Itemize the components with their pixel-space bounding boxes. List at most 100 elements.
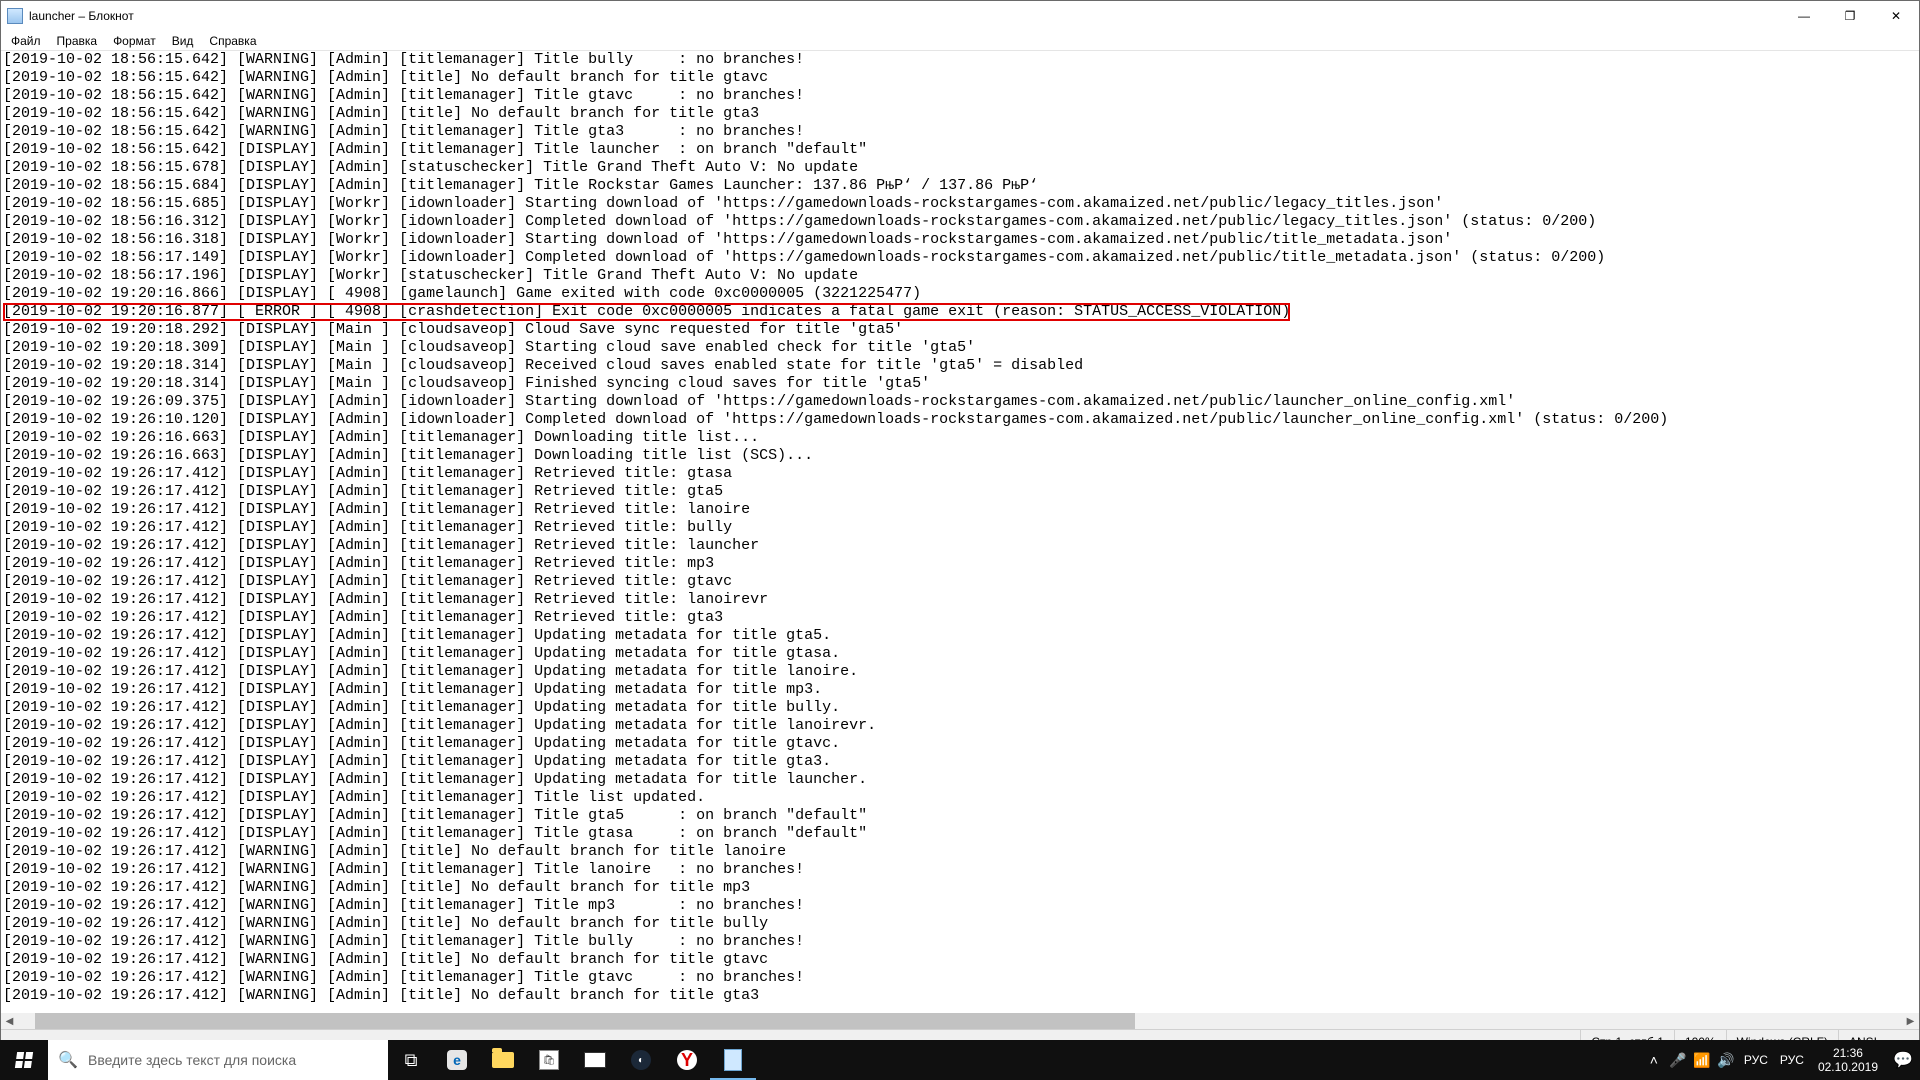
log-line[interactable]: [2019-10-02 19:26:17.412] [DISPLAY] [Adm… xyxy=(3,573,1917,591)
taskbar-app-mail[interactable] xyxy=(572,1040,618,1080)
log-line[interactable]: [2019-10-02 19:20:18.314] [DISPLAY] [Mai… xyxy=(3,357,1917,375)
task-view-button[interactable]: ⧉ xyxy=(388,1040,434,1080)
log-line[interactable]: [2019-10-02 18:56:15.642] [WARNING] [Adm… xyxy=(3,123,1917,141)
taskbar-app-notepad[interactable] xyxy=(710,1040,756,1080)
scroll-left-icon[interactable]: ◀ xyxy=(1,1013,18,1030)
log-line[interactable]: [2019-10-02 19:26:17.412] [DISPLAY] [Adm… xyxy=(3,825,1917,843)
log-line[interactable]: [2019-10-02 19:26:17.412] [WARNING] [Adm… xyxy=(3,897,1917,915)
log-line[interactable]: [2019-10-02 18:56:15.685] [DISPLAY] [Wor… xyxy=(3,195,1917,213)
windows-logo-icon xyxy=(15,1052,33,1068)
taskbar-app-steam[interactable]: ◐ xyxy=(618,1040,664,1080)
log-line[interactable]: [2019-10-02 19:26:17.412] [DISPLAY] [Adm… xyxy=(3,501,1917,519)
taskbar-app-edge[interactable]: e xyxy=(434,1040,480,1080)
store-icon: 🛍 xyxy=(539,1050,559,1070)
steam-icon: ◐ xyxy=(631,1050,651,1070)
log-line[interactable]: [2019-10-02 19:26:17.412] [DISPLAY] [Adm… xyxy=(3,771,1917,789)
search-placeholder: Введите здесь текст для поиска xyxy=(88,1052,296,1068)
log-line[interactable]: [2019-10-02 19:26:09.375] [DISPLAY] [Adm… xyxy=(3,393,1917,411)
log-line[interactable]: [2019-10-02 19:26:17.412] [DISPLAY] [Adm… xyxy=(3,483,1917,501)
log-line[interactable]: [2019-10-02 19:26:17.412] [DISPLAY] [Adm… xyxy=(3,753,1917,771)
log-line[interactable]: [2019-10-02 19:26:17.412] [WARNING] [Adm… xyxy=(3,987,1917,1005)
tray-clock[interactable]: 21:36 02.10.2019 xyxy=(1810,1046,1886,1074)
log-line[interactable]: [2019-10-02 18:56:15.642] [WARNING] [Adm… xyxy=(3,87,1917,105)
tray-lang-1[interactable]: РУС xyxy=(1738,1053,1774,1067)
log-line[interactable]: [2019-10-02 18:56:15.642] [WARNING] [Adm… xyxy=(3,105,1917,123)
taskbar-app-explorer[interactable] xyxy=(480,1040,526,1080)
taskbar-app-yandex[interactable]: Y xyxy=(664,1040,710,1080)
log-line[interactable]: [2019-10-02 18:56:16.312] [DISPLAY] [Wor… xyxy=(3,213,1917,231)
log-line[interactable]: [2019-10-02 19:26:17.412] [DISPLAY] [Adm… xyxy=(3,735,1917,753)
log-line[interactable]: [2019-10-02 19:26:17.412] [WARNING] [Adm… xyxy=(3,915,1917,933)
log-line[interactable]: [2019-10-02 19:26:17.412] [DISPLAY] [Adm… xyxy=(3,627,1917,645)
tray-lang-2[interactable]: РУС xyxy=(1774,1053,1810,1067)
log-line[interactable]: [2019-10-02 19:26:17.412] [WARNING] [Adm… xyxy=(3,879,1917,897)
log-line[interactable]: [2019-10-02 19:26:16.663] [DISPLAY] [Adm… xyxy=(3,429,1917,447)
log-line[interactable]: [2019-10-02 19:20:16.877] [ ERROR ] [ 49… xyxy=(3,303,1290,321)
log-line[interactable]: [2019-10-02 19:26:17.412] [DISPLAY] [Adm… xyxy=(3,555,1917,573)
scroll-thumb[interactable] xyxy=(35,1013,1135,1030)
maximize-button[interactable]: ❐ xyxy=(1827,1,1873,31)
menu-file[interactable]: Файл xyxy=(3,33,49,49)
log-line[interactable]: [2019-10-02 19:26:17.412] [DISPLAY] [Adm… xyxy=(3,807,1917,825)
log-line[interactable]: [2019-10-02 19:20:18.314] [DISPLAY] [Mai… xyxy=(3,375,1917,393)
tray-microphone-icon[interactable]: 🎤 xyxy=(1666,1052,1690,1069)
log-line[interactable]: [2019-10-02 18:56:15.684] [DISPLAY] [Adm… xyxy=(3,177,1917,195)
task-view-icon: ⧉ xyxy=(405,1050,418,1071)
log-line[interactable]: [2019-10-02 18:56:16.318] [DISPLAY] [Wor… xyxy=(3,231,1917,249)
log-line[interactable]: [2019-10-02 18:56:17.196] [DISPLAY] [Wor… xyxy=(3,267,1917,285)
log-line[interactable]: [2019-10-02 19:26:17.412] [DISPLAY] [Adm… xyxy=(3,717,1917,735)
system-tray: ˄ 🎤 📶 🔊 РУС РУС 21:36 02.10.2019 💬 xyxy=(1642,1040,1920,1080)
log-line[interactable]: [2019-10-02 19:26:17.412] [DISPLAY] [Adm… xyxy=(3,663,1917,681)
log-line[interactable]: [2019-10-02 19:26:17.412] [WARNING] [Adm… xyxy=(3,843,1917,861)
log-line[interactable]: [2019-10-02 19:20:18.309] [DISPLAY] [Mai… xyxy=(3,339,1917,357)
menu-help[interactable]: Справка xyxy=(201,33,264,49)
menubar: Файл Правка Формат Вид Справка xyxy=(1,31,1919,51)
menu-format[interactable]: Формат xyxy=(105,33,164,49)
log-line[interactable]: [2019-10-02 19:26:17.412] [DISPLAY] [Adm… xyxy=(3,465,1917,483)
log-line[interactable]: [2019-10-02 19:26:10.120] [DISPLAY] [Adm… xyxy=(3,411,1917,429)
log-line[interactable]: [2019-10-02 18:56:15.642] [WARNING] [Adm… xyxy=(3,51,1917,69)
notepad-icon xyxy=(7,8,23,24)
menu-edit[interactable]: Правка xyxy=(49,33,106,49)
log-line[interactable]: [2019-10-02 19:26:17.412] [WARNING] [Adm… xyxy=(3,933,1917,951)
log-line[interactable]: [2019-10-02 19:26:17.412] [DISPLAY] [Adm… xyxy=(3,609,1917,627)
log-content[interactable]: [2019-10-02 18:56:15.642] [WARNING] [Adm… xyxy=(1,51,1919,1005)
search-icon: 🔍 xyxy=(48,1050,88,1070)
log-line[interactable]: [2019-10-02 19:26:17.412] [DISPLAY] [Adm… xyxy=(3,681,1917,699)
log-line[interactable]: [2019-10-02 19:26:17.412] [DISPLAY] [Adm… xyxy=(3,789,1917,807)
titlebar[interactable]: launcher – Блокнот — ❐ ✕ xyxy=(1,1,1919,31)
log-line[interactable]: [2019-10-02 19:26:17.412] [DISPLAY] [Adm… xyxy=(3,591,1917,609)
tray-volume-icon[interactable]: 🔊 xyxy=(1714,1052,1738,1069)
taskbar-app-store[interactable]: 🛍 xyxy=(526,1040,572,1080)
start-button[interactable] xyxy=(0,1040,48,1080)
notepad-window: launcher – Блокнот — ❐ ✕ Файл Правка Фор… xyxy=(0,0,1920,1055)
log-line[interactable]: [2019-10-02 18:56:15.678] [DISPLAY] [Adm… xyxy=(3,159,1917,177)
log-line[interactable]: [2019-10-02 19:20:18.292] [DISPLAY] [Mai… xyxy=(3,321,1917,339)
close-button[interactable]: ✕ xyxy=(1873,1,1919,31)
log-line[interactable]: [2019-10-02 19:26:17.412] [WARNING] [Adm… xyxy=(3,951,1917,969)
log-line[interactable]: [2019-10-02 18:56:17.149] [DISPLAY] [Wor… xyxy=(3,249,1917,267)
text-area[interactable]: [2019-10-02 18:56:15.642] [WARNING] [Adm… xyxy=(1,51,1919,1054)
minimize-button[interactable]: — xyxy=(1781,1,1827,31)
log-line[interactable]: [2019-10-02 19:26:17.412] [WARNING] [Adm… xyxy=(3,861,1917,879)
log-line[interactable]: [2019-10-02 19:26:17.412] [DISPLAY] [Adm… xyxy=(3,537,1917,555)
horizontal-scrollbar[interactable]: ◀ ▶ xyxy=(1,1013,1919,1030)
mail-icon xyxy=(584,1052,606,1068)
tray-network-icon[interactable]: 📶 xyxy=(1690,1052,1714,1069)
log-line[interactable]: [2019-10-02 18:56:15.642] [WARNING] [Adm… xyxy=(3,69,1917,87)
log-line[interactable]: [2019-10-02 19:26:17.412] [WARNING] [Adm… xyxy=(3,969,1917,987)
tray-expand-icon[interactable]: ˄ xyxy=(1642,1052,1666,1068)
log-line[interactable]: [2019-10-02 19:26:17.412] [DISPLAY] [Adm… xyxy=(3,519,1917,537)
log-line[interactable]: [2019-10-02 19:26:17.412] [DISPLAY] [Adm… xyxy=(3,645,1917,663)
tray-date: 02.10.2019 xyxy=(1818,1060,1878,1074)
taskbar-search[interactable]: 🔍 Введите здесь текст для поиска xyxy=(48,1040,388,1080)
tray-time: 21:36 xyxy=(1833,1046,1863,1060)
tray-notifications-icon[interactable]: 💬 xyxy=(1886,1050,1920,1070)
log-line[interactable]: [2019-10-02 19:20:16.866] [DISPLAY] [ 49… xyxy=(3,285,1917,303)
log-line[interactable]: [2019-10-02 18:56:15.642] [DISPLAY] [Adm… xyxy=(3,141,1917,159)
menu-view[interactable]: Вид xyxy=(164,33,202,49)
scroll-right-icon[interactable]: ▶ xyxy=(1902,1013,1919,1030)
notepad-taskbar-icon xyxy=(724,1049,742,1071)
log-line[interactable]: [2019-10-02 19:26:16.663] [DISPLAY] [Adm… xyxy=(3,447,1917,465)
log-line[interactable]: [2019-10-02 19:26:17.412] [DISPLAY] [Adm… xyxy=(3,699,1917,717)
